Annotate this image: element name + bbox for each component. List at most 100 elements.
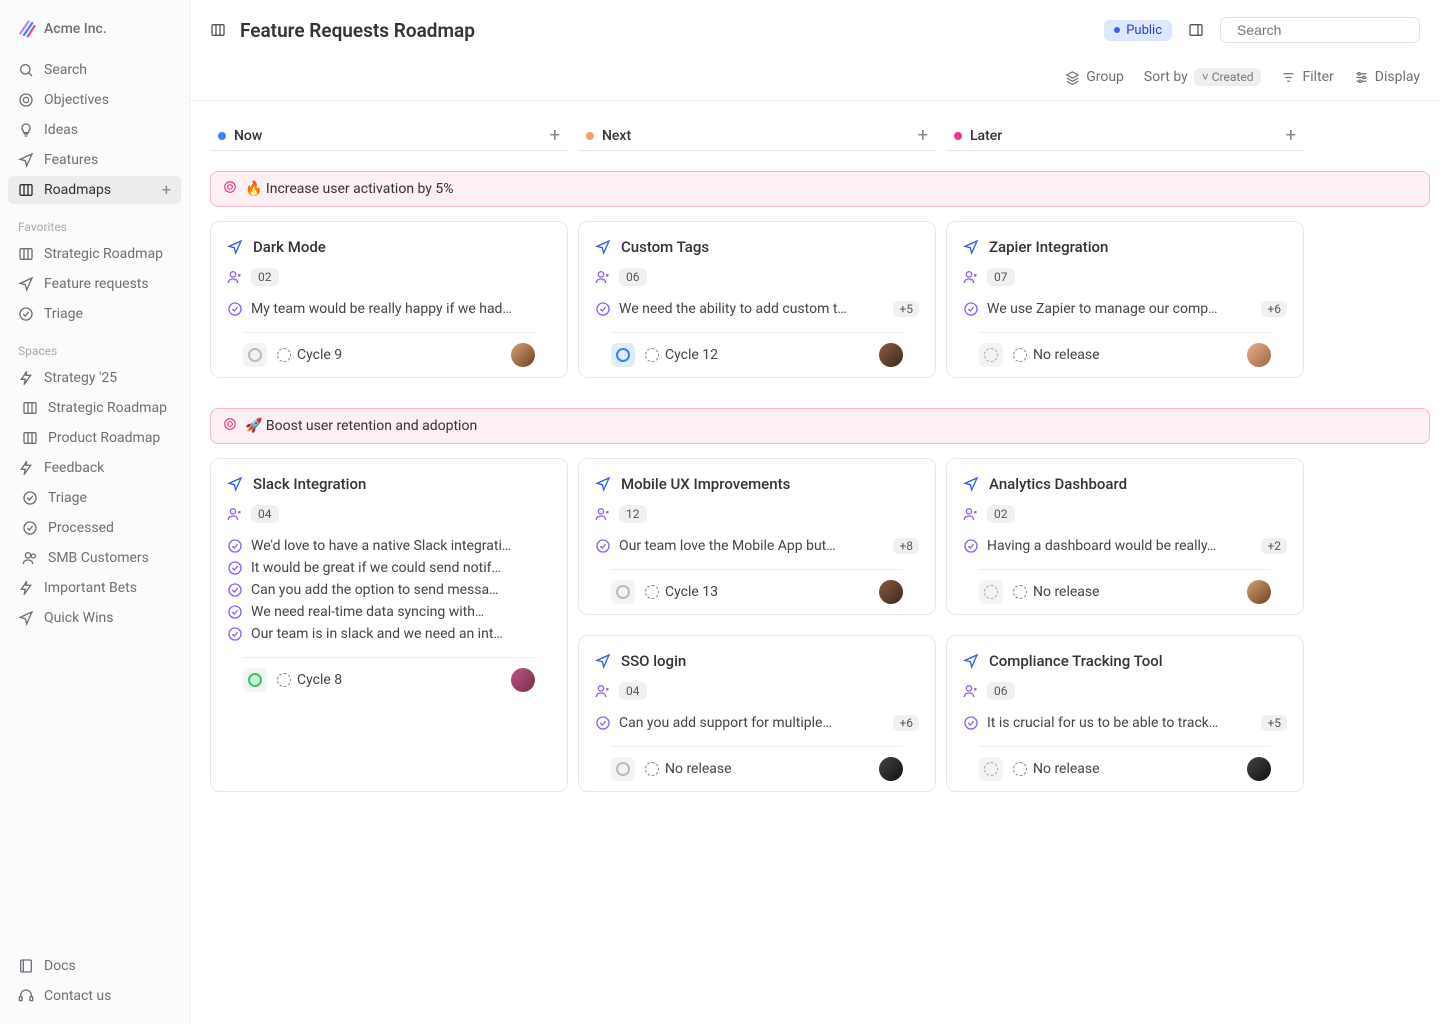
nav-objectives[interactable]: Objectives [8, 86, 181, 114]
space-feedback[interactable]: Feedback [8, 454, 181, 482]
target-icon [223, 180, 237, 198]
cycle-spinner-icon [277, 673, 291, 687]
assignee-avatar[interactable] [879, 343, 903, 367]
space-smb[interactable]: SMB Customers [8, 544, 181, 572]
nav-docs[interactable]: Docs [8, 952, 181, 980]
space-product-roadmap[interactable]: Product Roadmap [8, 424, 181, 452]
more-badge[interactable]: +6 [1261, 301, 1287, 317]
request-item: Having a dashboard would be really…+2 [963, 535, 1287, 557]
space-product-label: Product Roadmap [48, 430, 160, 446]
cycle-label[interactable]: No release [1013, 761, 1100, 777]
status-indicator[interactable] [243, 668, 267, 692]
status-indicator[interactable] [611, 757, 635, 781]
request-text: Can you add the option to send messa… [251, 582, 551, 598]
status-indicator[interactable] [243, 343, 267, 367]
cycle-label[interactable]: No release [645, 761, 732, 777]
cycle-label[interactable]: No release [1013, 347, 1100, 363]
assignee-avatar[interactable] [1247, 757, 1271, 781]
status-indicator[interactable] [979, 343, 1003, 367]
users-icon [963, 683, 979, 699]
fav-requests[interactable]: Feature requests [8, 270, 181, 298]
public-badge[interactable]: Public [1104, 20, 1172, 41]
column-now-header: Now + [210, 111, 568, 150]
check-icon [227, 538, 243, 554]
search-input[interactable] [1237, 22, 1418, 38]
filter-button[interactable]: Filter [1281, 69, 1333, 85]
display-button[interactable]: Display [1354, 69, 1420, 85]
fav-strategic[interactable]: Strategic Roadmap [8, 240, 181, 268]
sidebar: Acme Inc. Search Objectives Ideas Featur… [0, 0, 190, 1024]
space-wins-label: Quick Wins [44, 610, 113, 626]
count-badge: 06 [619, 268, 647, 286]
space-strategic-roadmap[interactable]: Strategic Roadmap [8, 394, 181, 422]
nav-contact[interactable]: Contact us [8, 982, 181, 1010]
card-compliance[interactable]: Compliance Tracking Tool 06 It is crucia… [946, 635, 1304, 792]
search-box[interactable] [1220, 17, 1420, 43]
card-dark-mode[interactable]: Dark Mode 02 My team would be really hap… [210, 221, 568, 378]
cycle-label[interactable]: Cycle 13 [645, 584, 718, 600]
board-icon [22, 430, 38, 446]
status-indicator[interactable] [979, 757, 1003, 781]
add-card-now[interactable]: + [550, 125, 560, 146]
sort-button[interactable]: Sort by ˅ Created [1144, 68, 1262, 86]
count-badge: 02 [987, 505, 1015, 523]
cycle-label[interactable]: No release [1013, 584, 1100, 600]
status-indicator[interactable] [979, 580, 1003, 604]
nav-features[interactable]: Features [8, 146, 181, 174]
nav-ideas[interactable]: Ideas [8, 116, 181, 144]
layers-icon [1065, 70, 1080, 85]
card-title: Dark Mode [253, 238, 326, 256]
filter-icon [1281, 70, 1296, 85]
assignee-avatar[interactable] [511, 343, 535, 367]
assignee-avatar[interactable] [1247, 580, 1271, 604]
more-badge[interactable]: +6 [893, 715, 919, 731]
assignee-avatar[interactable] [879, 757, 903, 781]
fav-triage[interactable]: Triage [8, 300, 181, 328]
swimlane-retention[interactable]: 🚀 Boost user retention and adoption [210, 408, 1430, 444]
request-item: We need the ability to add custom t…+5 [595, 298, 919, 320]
assignee-avatar[interactable] [511, 668, 535, 692]
space-wins[interactable]: Quick Wins [8, 604, 181, 632]
brand[interactable]: Acme Inc. [8, 12, 181, 56]
panel-toggle-button[interactable] [1182, 16, 1210, 44]
space-strategy25[interactable]: Strategy '25 [8, 364, 181, 392]
status-indicator[interactable] [611, 343, 635, 367]
space-strategy25-label: Strategy '25 [44, 370, 117, 386]
add-card-next[interactable]: + [918, 125, 928, 146]
request-text: It is crucial for us to be able to track… [987, 715, 1253, 731]
users-icon [595, 683, 611, 699]
cycle-label[interactable]: Cycle 9 [277, 347, 342, 363]
card-title: Analytics Dashboard [989, 475, 1127, 493]
add-card-later[interactable]: + [1286, 125, 1296, 146]
card-slack[interactable]: Slack Integration 04 We'd love to have a… [210, 458, 568, 792]
sort-chip[interactable]: ˅ Created [1194, 68, 1262, 86]
request-text: We use Zapier to manage our comp… [987, 301, 1253, 317]
card-zapier[interactable]: Zapier Integration 07 We use Zapier to m… [946, 221, 1304, 378]
more-badge[interactable]: +2 [1261, 538, 1287, 554]
card-sso[interactable]: SSO login 04 Can you add support for mul… [578, 635, 936, 792]
card-mobile[interactable]: Mobile UX Improvements 12 Our team love … [578, 458, 936, 615]
check-icon [595, 715, 611, 731]
space-processed[interactable]: Processed [8, 514, 181, 542]
assignee-avatar[interactable] [879, 580, 903, 604]
card-custom-tags[interactable]: Custom Tags 06 We need the ability to ad… [578, 221, 936, 378]
swimlane-activation[interactable]: 🔥 Increase user activation by 5% [210, 171, 1430, 207]
status-indicator[interactable] [611, 580, 635, 604]
feature-icon [963, 239, 979, 255]
more-badge[interactable]: +5 [1261, 715, 1287, 731]
cycle-label[interactable]: Cycle 12 [645, 347, 718, 363]
check-icon [22, 520, 38, 536]
more-badge[interactable]: +8 [893, 538, 919, 554]
more-badge[interactable]: +5 [893, 301, 919, 317]
space-triage[interactable]: Triage [8, 484, 181, 512]
card-analytics[interactable]: Analytics Dashboard 02 Having a dashboar… [946, 458, 1304, 615]
assignee-avatar[interactable] [1247, 343, 1271, 367]
group-button[interactable]: Group [1065, 69, 1124, 85]
nav-search[interactable]: Search [8, 56, 181, 84]
request-item: We'd love to have a native Slack integra… [227, 535, 551, 557]
cycle-label[interactable]: Cycle 8 [277, 672, 342, 688]
nav-roadmaps[interactable]: Roadmaps + [8, 176, 181, 204]
fav-strategic-label: Strategic Roadmap [44, 246, 163, 262]
space-bets[interactable]: Important Bets [8, 574, 181, 602]
add-roadmap-icon[interactable]: + [162, 182, 171, 198]
